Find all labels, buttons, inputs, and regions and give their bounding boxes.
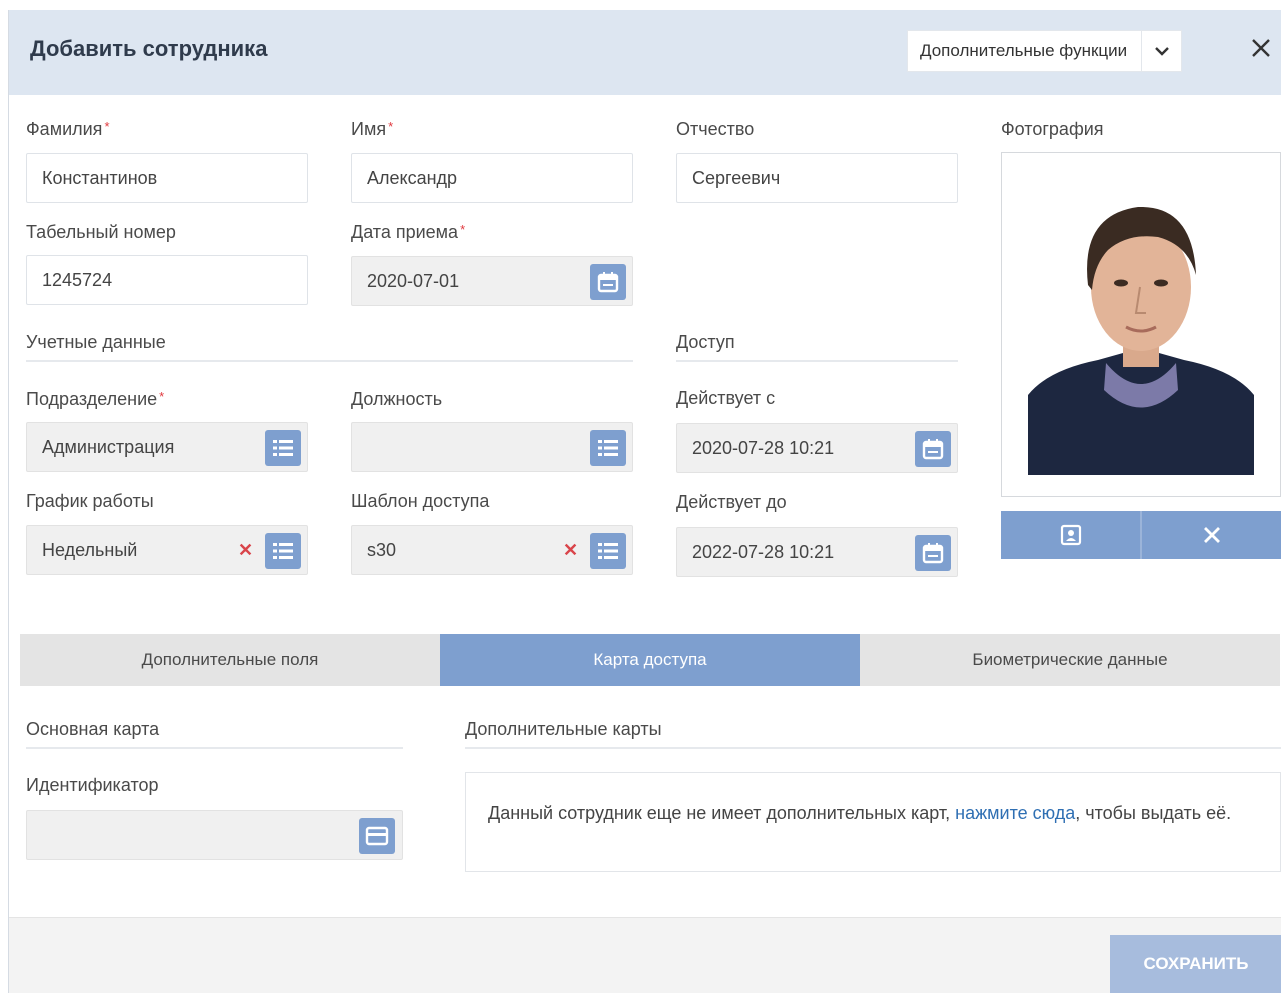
- divider: [26, 360, 633, 362]
- divider: [465, 747, 1281, 749]
- required-mark: *: [159, 389, 165, 404]
- list-icon[interactable]: [265, 533, 301, 569]
- department-value: Администрация: [42, 437, 175, 457]
- last-name-field[interactable]: Константинов: [26, 153, 308, 203]
- save-button[interactable]: СОХРАНИТЬ: [1110, 935, 1281, 993]
- position-field[interactable]: [351, 422, 633, 472]
- photo-frame: [1001, 152, 1281, 497]
- work-schedule-field[interactable]: Недельный ✕: [26, 525, 308, 575]
- identifier-field[interactable]: [26, 810, 403, 860]
- portrait-icon[interactable]: [1001, 511, 1140, 559]
- list-icon[interactable]: [265, 430, 301, 466]
- hire-date-value: 2020-07-01: [367, 271, 460, 291]
- employee-photo: [1028, 175, 1254, 475]
- clear-icon[interactable]: ✕: [563, 540, 578, 561]
- divider: [26, 747, 403, 749]
- calendar-icon[interactable]: [915, 535, 951, 571]
- first-name-label: Имя *: [351, 119, 394, 139]
- middle-name-field[interactable]: Сергеевич: [676, 153, 958, 203]
- personnel-number-value: 1245724: [42, 270, 113, 290]
- hire-date-label: Дата приема *: [351, 222, 466, 242]
- issue-card-link[interactable]: нажмите сюда: [955, 803, 1075, 823]
- dialog-title: Добавить сотрудника: [30, 36, 268, 61]
- work-schedule-value: Недельный: [42, 540, 138, 560]
- close-icon[interactable]: [1140, 511, 1281, 559]
- card-icon[interactable]: [359, 818, 395, 854]
- more-functions-dropdown[interactable]: Дополнительные функции: [907, 30, 1183, 72]
- calendar-icon[interactable]: [915, 431, 951, 467]
- middle-name-label: Отчество: [676, 119, 755, 139]
- hire-date-field[interactable]: 2020-07-01: [351, 256, 633, 306]
- valid-to-field[interactable]: 2022-07-28 10:21: [676, 527, 958, 577]
- tab-access-card[interactable]: Карта доступа: [440, 634, 860, 686]
- valid-from-field[interactable]: 2020-07-28 10:21: [676, 423, 958, 473]
- middle-name-value: Сергеевич: [692, 168, 781, 188]
- photo-label: Фотография: [1001, 119, 1104, 139]
- empty-message-text: Данный сотрудник еще не имеет дополнител…: [488, 803, 1232, 823]
- add-employee-dialog: Добавить сотрудника Дополнительные функц…: [8, 10, 1281, 993]
- list-icon[interactable]: [590, 430, 626, 466]
- valid-from-label: Действует с: [676, 388, 776, 408]
- dialog-header: Добавить сотрудника Дополнительные функц…: [9, 10, 1281, 95]
- account-section-title: Учетные данные: [26, 332, 166, 352]
- calendar-icon[interactable]: [590, 264, 626, 300]
- first-name-value: Александр: [367, 168, 458, 188]
- required-mark: *: [104, 119, 110, 134]
- extra-cards-empty-message: Данный сотрудник еще не имеет дополнител…: [465, 772, 1281, 872]
- more-functions-label: Дополнительные функции: [920, 41, 1128, 60]
- first-name-field[interactable]: Александр: [351, 153, 633, 203]
- identifier-label: Идентификатор: [26, 775, 159, 795]
- last-name-value: Константинов: [42, 168, 158, 188]
- dialog-footer: [9, 917, 1281, 993]
- access-template-value: s30: [367, 540, 397, 560]
- clear-icon[interactable]: ✕: [238, 540, 253, 561]
- department-field[interactable]: Администрация: [26, 422, 308, 472]
- valid-to-value: 2022-07-28 10:21: [692, 542, 835, 562]
- department-label: Подразделение *: [26, 389, 165, 409]
- required-mark: *: [388, 119, 394, 134]
- divider: [676, 360, 958, 362]
- access-section-title: Доступ: [676, 332, 735, 352]
- main-card-title: Основная карта: [26, 719, 160, 739]
- tab-additional-fields[interactable]: Дополнительные поля: [20, 634, 440, 686]
- close-icon[interactable]: [1247, 34, 1275, 62]
- extra-cards-title: Дополнительные карты: [465, 719, 662, 739]
- required-mark: *: [460, 222, 466, 237]
- access-template-field[interactable]: s30 ✕: [351, 525, 633, 575]
- chevron-down-icon[interactable]: [1141, 31, 1181, 71]
- photo-actions: [1001, 511, 1281, 559]
- tabs-bar: Дополнительные поля Карта доступа Биомет…: [20, 634, 1280, 686]
- access-template-label: Шаблон доступа: [351, 491, 490, 511]
- tab-biometric-data[interactable]: Биометрические данные: [860, 634, 1280, 686]
- last-name-label: Фамилия *: [26, 119, 110, 139]
- work-schedule-label: График работы: [26, 491, 154, 511]
- personnel-number-field[interactable]: 1245724: [26, 255, 308, 305]
- valid-to-label: Действует до: [676, 492, 787, 512]
- list-icon[interactable]: [590, 533, 626, 569]
- valid-from-value: 2020-07-28 10:21: [692, 438, 835, 458]
- personnel-number-label: Табельный номер: [26, 222, 176, 242]
- position-label: Должность: [351, 389, 443, 409]
